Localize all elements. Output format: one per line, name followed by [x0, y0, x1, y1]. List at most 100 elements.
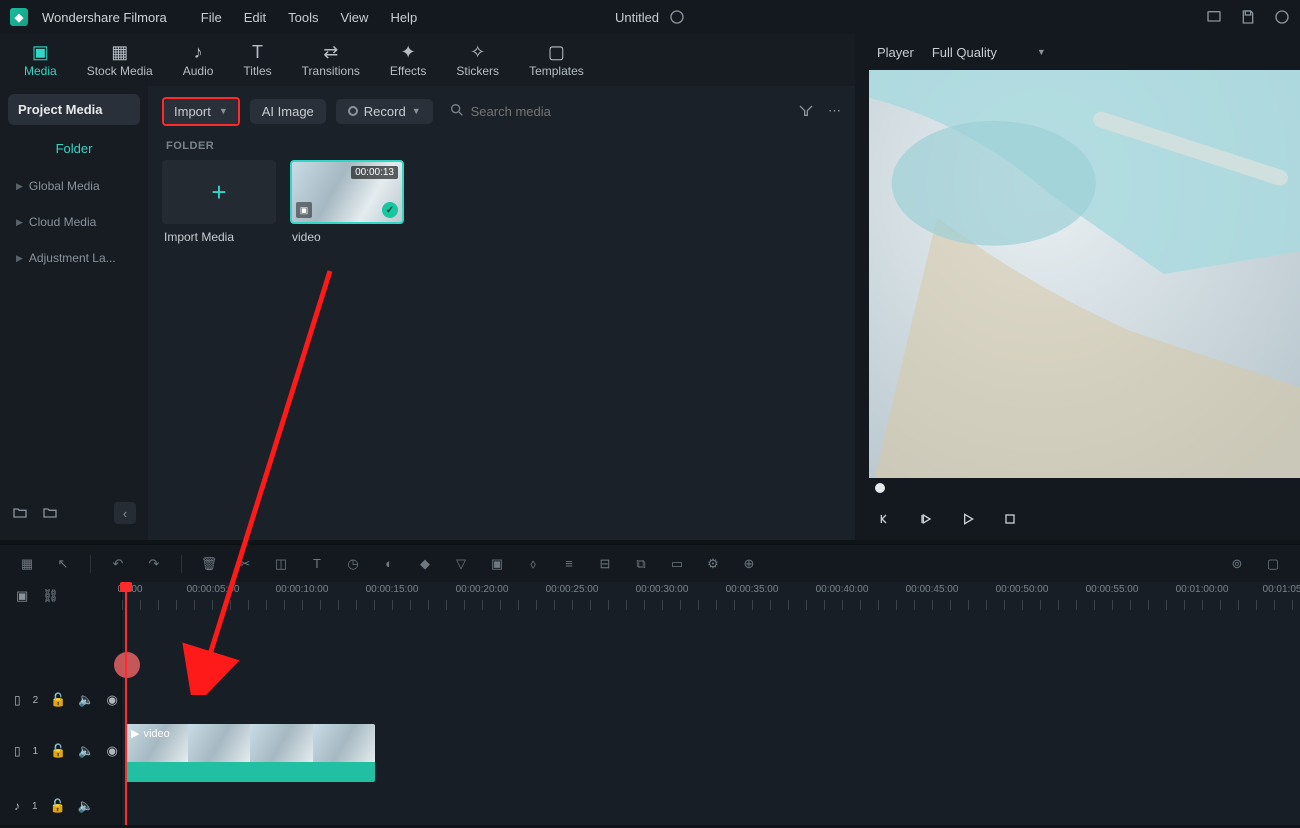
tab-media[interactable]: ▣ Media: [24, 42, 57, 78]
import-media-card[interactable]: + Import Media: [162, 160, 276, 244]
clip-audio-waveform: [125, 762, 375, 782]
play-button[interactable]: [959, 510, 977, 528]
project-media-button[interactable]: Project Media: [8, 94, 140, 125]
scrub-handle[interactable]: [875, 483, 885, 493]
new-folder-icon[interactable]: [12, 505, 28, 521]
redo-icon[interactable]: ↷: [145, 555, 163, 573]
keyframe-icon[interactable]: ◆: [416, 555, 434, 573]
record-button[interactable]: Record ▼: [336, 99, 433, 124]
sidebar-cloud-media[interactable]: ▶ Cloud Media: [8, 206, 140, 238]
media-type-icon: ▣: [296, 202, 312, 218]
export-icon[interactable]: [1274, 9, 1290, 25]
track-video-2[interactable]: ▯ 2 🔓 🔈 ◉: [0, 678, 1300, 722]
adjust-icon[interactable]: ⚙: [704, 555, 722, 573]
video-thumbnail: 00:00:13 ▣ ✓: [290, 160, 404, 224]
grid-icon[interactable]: ▦: [18, 555, 36, 573]
title-right: [1206, 9, 1290, 25]
mute-icon[interactable]: 🔈: [78, 743, 94, 759]
media-item-video[interactable]: 00:00:13 ▣ ✓ video: [290, 160, 404, 244]
preview-top: Player Full Quality ▼: [869, 34, 1300, 70]
menu-file[interactable]: File: [201, 10, 222, 25]
crop-icon[interactable]: ◫: [272, 555, 290, 573]
effects-icon: ✦: [401, 42, 416, 62]
playhead[interactable]: [125, 582, 127, 825]
lock-icon[interactable]: 🔓: [50, 743, 66, 759]
delete-icon[interactable]: 🗑: [200, 555, 218, 573]
folder-tab[interactable]: Folder: [8, 133, 140, 166]
track-head-v2: ▯ 2 🔓 🔈 ◉: [0, 678, 122, 722]
chevron-down-icon: ▼: [412, 106, 421, 116]
visibility-icon[interactable]: ◉: [107, 743, 118, 759]
collapse-sidebar-button[interactable]: ‹: [114, 502, 136, 524]
folder-icon[interactable]: [42, 505, 58, 521]
drag-handle[interactable]: [114, 652, 140, 678]
tag-icon[interactable]: ⬨: [524, 555, 542, 573]
playhead-knob[interactable]: [120, 582, 132, 592]
tab-stock-media[interactable]: ▦ Stock Media: [87, 42, 153, 78]
audio-mix-icon[interactable]: ≡: [560, 555, 578, 573]
asset-tabs: ▣ Media ▦ Stock Media ♪ Audio T Titles ⇄…: [0, 34, 855, 86]
timeline-link-row: ▣ ⛓: [0, 582, 121, 610]
cloud-sync-icon[interactable]: [669, 9, 685, 25]
stop-button[interactable]: [1001, 510, 1019, 528]
save-icon[interactable]: [1240, 9, 1256, 25]
tab-stickers[interactable]: ✧ Stickers: [456, 42, 499, 78]
track-head-a1: ♪ 1 🔓 🔈: [0, 784, 122, 828]
tab-templates[interactable]: ▢ Templates: [529, 42, 584, 78]
tick-label: 00:00:35:00: [726, 584, 779, 595]
tab-effects[interactable]: ✦ Effects: [390, 42, 426, 78]
tab-audio[interactable]: ♪ Audio: [183, 42, 214, 78]
snapshot-icon[interactable]: ▣: [488, 555, 506, 573]
titles-icon: T: [252, 42, 263, 62]
tab-transitions[interactable]: ⇄ Transitions: [302, 42, 360, 78]
step-back-button[interactable]: [917, 510, 935, 528]
track-video-1[interactable]: ▯ 1 🔓 🔈 ◉ ▶ video: [0, 720, 1300, 782]
layout-icon[interactable]: [1206, 9, 1222, 25]
search-wrap: [443, 98, 788, 125]
menu-edit[interactable]: Edit: [244, 10, 266, 25]
marker-icon[interactable]: ▽: [452, 555, 470, 573]
divider: [90, 555, 91, 573]
pointer-icon[interactable]: ↖: [54, 555, 72, 573]
timeline-ruler[interactable]: 00:00 00:00:05:00 00:00:10:00 00:00:15:0…: [122, 582, 1300, 610]
link-icon[interactable]: ▣: [16, 588, 28, 604]
timeline-settings-icon[interactable]: ⊚: [1228, 555, 1246, 573]
more-tools-icon[interactable]: ⊕: [740, 555, 758, 573]
render-icon[interactable]: ▭: [668, 555, 686, 573]
color-icon[interactable]: ◐: [380, 555, 398, 573]
import-button[interactable]: Import ▼: [164, 99, 238, 124]
detach-icon[interactable]: ⊟: [596, 555, 614, 573]
more-icon[interactable]: ⋯: [828, 103, 841, 119]
tick-label: 00:00:20:00: [456, 584, 509, 595]
timeline-clip-video[interactable]: ▶ video: [125, 724, 375, 782]
track-options-icon[interactable]: ▢: [1264, 555, 1282, 573]
cut-icon[interactable]: ✂: [236, 555, 254, 573]
preview-scrub[interactable]: [869, 478, 1300, 498]
menu-tools[interactable]: Tools: [288, 10, 318, 25]
menu-view[interactable]: View: [340, 10, 368, 25]
visibility-icon[interactable]: ◉: [107, 692, 118, 708]
chain-icon[interactable]: ⛓: [42, 588, 59, 604]
prev-frame-button[interactable]: [875, 510, 893, 528]
lock-icon[interactable]: 🔓: [50, 692, 66, 708]
stickers-icon: ✧: [470, 42, 485, 62]
undo-icon[interactable]: ↶: [109, 555, 127, 573]
mute-icon[interactable]: 🔈: [78, 692, 94, 708]
sidebar-adjustment-layer[interactable]: ▶ Adjustment La...: [8, 242, 140, 274]
media-icon: ▣: [32, 42, 49, 62]
group-icon[interactable]: ⧉: [632, 555, 650, 573]
filter-icon[interactable]: [798, 102, 814, 121]
menu-help[interactable]: Help: [390, 10, 417, 25]
speed-icon[interactable]: ◷: [344, 555, 362, 573]
search-input[interactable]: [471, 104, 731, 119]
sidebar-global-media[interactable]: ▶ Global Media: [8, 170, 140, 202]
preview-viewport[interactable]: [869, 70, 1300, 478]
tab-titles[interactable]: T Titles: [243, 42, 271, 78]
track-audio-1[interactable]: ♪ 1 🔓 🔈: [0, 784, 1300, 828]
quality-dropdown[interactable]: Full Quality ▼: [932, 45, 1046, 60]
ai-image-button[interactable]: AI Image: [250, 99, 326, 124]
lock-icon[interactable]: 🔓: [50, 798, 66, 814]
duration-badge: 00:00:13: [351, 166, 398, 179]
text-icon[interactable]: T: [308, 555, 326, 573]
mute-icon[interactable]: 🔈: [78, 798, 94, 814]
